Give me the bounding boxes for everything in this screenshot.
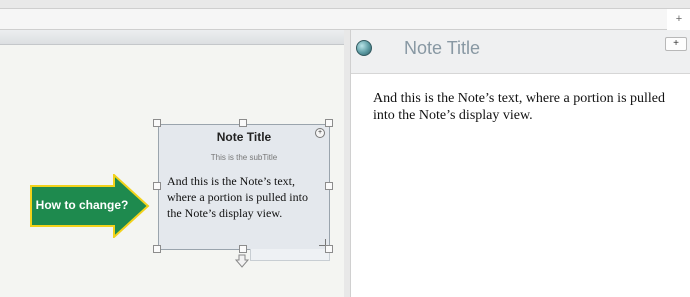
selection-handle-bottom[interactable] xyxy=(239,245,247,253)
card-title[interactable]: Note Title xyxy=(159,130,329,144)
down-arrow-icon[interactable] xyxy=(235,254,249,268)
selection-handle-bottom-right[interactable] xyxy=(325,245,333,253)
card-subtitle: This is the subTitle xyxy=(210,153,278,162)
selection-handle-left[interactable] xyxy=(153,182,161,190)
selection-handle-top-left[interactable] xyxy=(153,119,161,127)
status-orb-icon[interactable] xyxy=(356,40,372,56)
selection-handle-top[interactable] xyxy=(239,119,247,127)
card-text: And this is the Note’s text, where a por… xyxy=(167,174,308,220)
new-tab-button[interactable]: + xyxy=(670,9,688,29)
note-header: Note Title + xyxy=(351,30,690,74)
browser-top-bar xyxy=(0,0,690,9)
add-button[interactable]: + xyxy=(665,37,687,51)
expand-icon[interactable]: + xyxy=(315,128,325,138)
canvas-toolbar xyxy=(0,30,344,45)
selection-handle-top-right[interactable] xyxy=(325,119,333,127)
selection-handle-right[interactable] xyxy=(325,182,333,190)
note-card[interactable]: Note Title + This is the subTitle And th… xyxy=(158,124,330,250)
note-body-text[interactable]: And this is the Note’s text, where a por… xyxy=(373,90,673,124)
pane-splitter[interactable] xyxy=(344,30,351,297)
note-title[interactable]: Note Title xyxy=(404,38,480,59)
card-bottom-tab xyxy=(250,249,330,261)
callout-label: How to change? xyxy=(35,198,129,212)
how-to-change-callout: How to change? xyxy=(30,174,162,238)
note-display-panel: Note Title + And this is the Note’s text… xyxy=(351,30,690,297)
selection-handle-bottom-left[interactable] xyxy=(153,245,161,253)
address-bar[interactable] xyxy=(0,9,667,30)
